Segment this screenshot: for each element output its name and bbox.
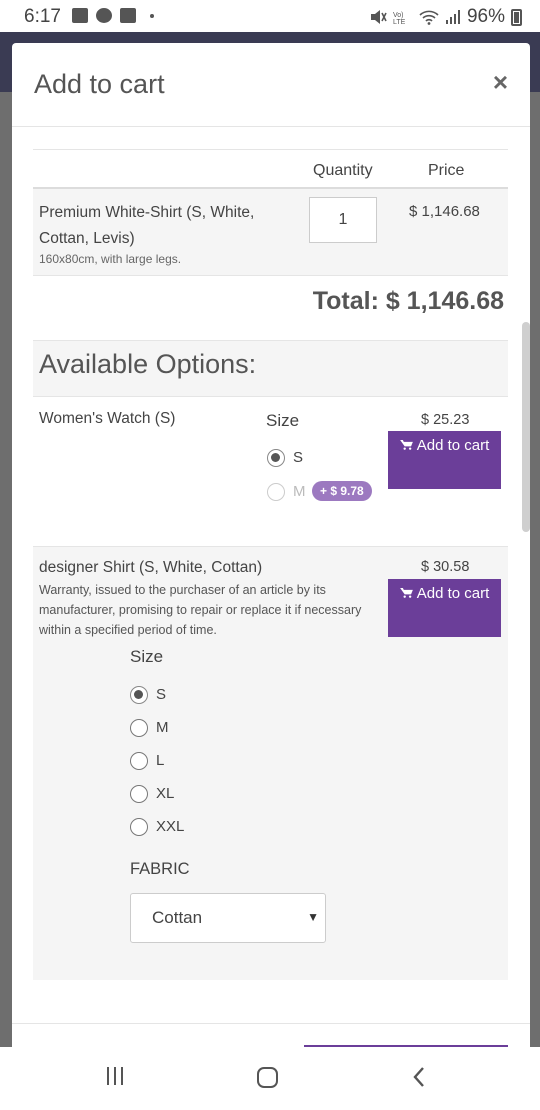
battery-icon xyxy=(511,8,522,26)
add-to-cart-button[interactable]: Add to cart xyxy=(388,579,501,637)
add-to-cart-button[interactable]: Add to cart xyxy=(388,431,501,489)
wifi-icon xyxy=(419,10,439,25)
modal-title: Add to cart xyxy=(34,69,165,99)
cart-icon xyxy=(399,440,413,450)
image-icon xyxy=(72,8,88,23)
chevron-down-icon: ▼ xyxy=(307,910,319,924)
option-price: $ 30.58 xyxy=(421,559,470,575)
option-item: Women's Watch (S) Size $ 25.23 Add to ca… xyxy=(33,398,508,546)
price-extra-badge: + $ 9.78 xyxy=(312,481,372,501)
add-to-cart-modal: Add to cart × Quantity Price Premium Whi… xyxy=(12,43,530,1053)
folder-icon xyxy=(120,8,136,23)
size-radio-s[interactable] xyxy=(130,686,148,704)
size-radio-label: S xyxy=(156,686,167,703)
size-radio-label: XL xyxy=(156,785,175,802)
option-description: Warranty, issued to the purchaser of an … xyxy=(39,583,362,637)
option-item: designer Shirt (S, White, Cottan) Warran… xyxy=(33,546,508,980)
size-radio-m[interactable] xyxy=(130,719,148,737)
quantity-column-header: Quantity xyxy=(313,162,373,179)
svg-text:LTE: LTE xyxy=(393,19,406,25)
option-name: Women's Watch (S) xyxy=(39,410,176,427)
cart-icon xyxy=(399,588,413,598)
product-description: 160x80cm, with large legs. xyxy=(39,252,182,266)
back-icon[interactable] xyxy=(411,1065,427,1089)
size-radio-label: L xyxy=(156,752,165,769)
size-label: Size xyxy=(130,647,164,666)
size-radio-label: S xyxy=(293,449,304,466)
add-to-cart-label: Add to cart xyxy=(416,437,490,454)
modal-header: Add to cart × xyxy=(12,43,530,127)
home-icon[interactable] xyxy=(257,1067,278,1088)
signal-icon xyxy=(445,10,460,24)
fabric-label: FABRIC xyxy=(130,860,190,878)
option-name: designer Shirt (S, White, Cottan) xyxy=(39,559,263,576)
options-title: Available Options: xyxy=(39,349,257,379)
option-price: $ 25.23 xyxy=(421,412,470,428)
modal-footer-divider xyxy=(12,1023,530,1024)
size-radio-label: XXL xyxy=(156,818,185,835)
size-radio-label: M xyxy=(293,483,306,500)
options-header: Available Options: xyxy=(33,340,508,397)
table-row: Premium White-Shirt (S, White, Cottan, L… xyxy=(33,189,508,276)
quantity-input[interactable]: 1 xyxy=(309,197,377,243)
svg-text:Vo): Vo) xyxy=(393,12,404,19)
cart-total: Total: $ 1,146.68 xyxy=(312,287,504,315)
size-radio-xxl[interactable] xyxy=(130,818,148,836)
size-radio-m xyxy=(267,483,285,501)
cart-table-header: Quantity Price xyxy=(33,149,508,189)
fabric-selected-value: Cottan xyxy=(152,908,203,927)
close-icon[interactable]: × xyxy=(493,67,508,98)
modal-body[interactable]: Quantity Price Premium White-Shirt (S, W… xyxy=(12,127,530,1053)
mute-icon xyxy=(370,10,387,24)
size-label: Size xyxy=(266,411,300,430)
volte-icon: Vo)LTE xyxy=(393,12,406,25)
fabric-select[interactable]: Cottan ▼ xyxy=(130,893,326,943)
product-price: $ 1,146.68 xyxy=(409,203,480,220)
add-to-cart-label: Add to cart xyxy=(416,585,490,602)
product-name: Premium White-Shirt (S, White, Cottan, L… xyxy=(39,204,255,247)
system-nav-bar xyxy=(0,1047,540,1110)
price-column-header: Price xyxy=(428,162,465,179)
size-radio-l[interactable] xyxy=(130,752,148,770)
size-radio-label: M xyxy=(156,719,169,736)
dot-icon xyxy=(150,13,154,18)
status-bar: 6:17 Vo) LTE 96% xyxy=(0,0,540,32)
size-radio-xl[interactable] xyxy=(130,785,148,803)
size-radio-s[interactable] xyxy=(267,449,285,467)
scrollbar[interactable] xyxy=(522,322,530,532)
status-time: 6:17 xyxy=(24,6,61,27)
recents-icon[interactable] xyxy=(107,1067,123,1085)
whatsapp-icon xyxy=(96,8,112,23)
battery-percent: 96% xyxy=(466,6,505,27)
